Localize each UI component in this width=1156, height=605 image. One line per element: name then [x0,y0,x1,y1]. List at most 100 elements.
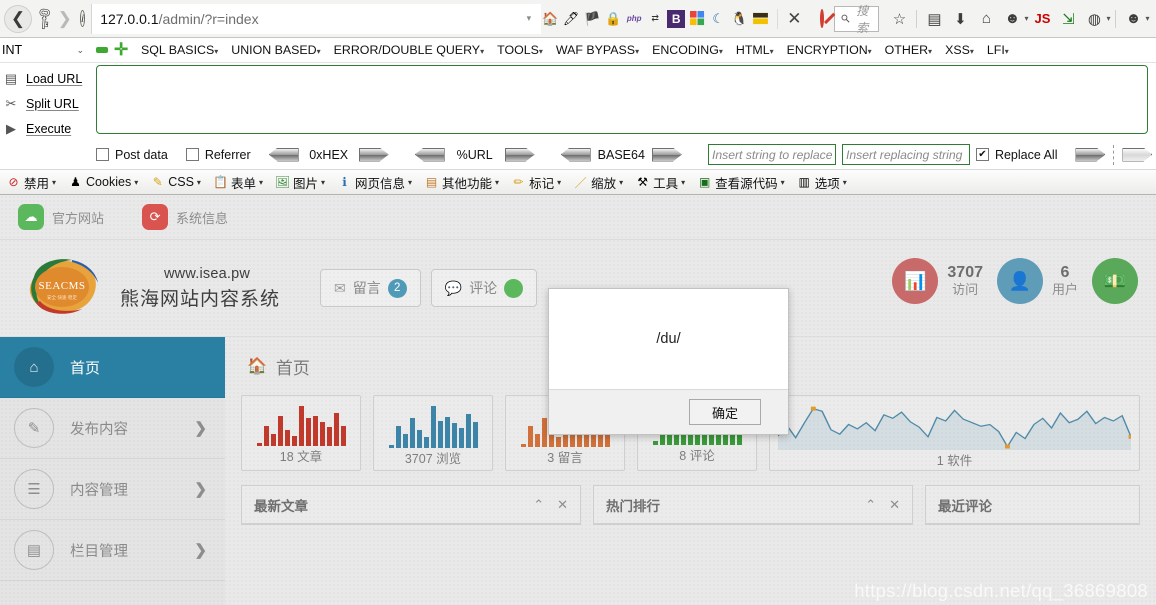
webdev-item-images[interactable]: 🖼 图片 ▾ [271,173,329,192]
ghostery-icon[interactable]: ☻ [1121,7,1145,31]
topbar-item-official-site[interactable]: ☁ 官方网站 [18,204,104,230]
devtools-icon[interactable]: ⧉ [1152,7,1156,31]
hackbar-menu-union-based[interactable]: UNION BASED▾ [231,43,320,57]
split-url-button[interactable]: ✂ Split URL [0,91,96,116]
pencil-icon[interactable]: 🖊 [562,10,580,28]
hex-decode-arrow[interactable] [268,147,299,162]
url-encode-arrow[interactable] [504,147,535,162]
sidebar-item-content-manage[interactable]: ☰ 内容管理 ❯ [0,459,225,520]
collapse-icon[interactable]: ⌃ [533,497,544,513]
proxy-switch-icon[interactable]: ⇲ [1056,7,1080,31]
bookmark-star-icon[interactable]: ☆ [887,7,911,31]
url-decode-arrow[interactable] [414,147,445,162]
base64-encode-arrow[interactable] [651,147,682,162]
home-button-icon[interactable]: ⌂ [974,7,998,31]
php-icon[interactable]: php [625,10,643,28]
hackbar-menu-waf-bypass[interactable]: WAF BYPASS▾ [556,43,639,57]
url-bar[interactable]: 127.0.0.1/admin/?r=index ▾ [91,3,542,34]
hackbar-menu-other[interactable]: OTHER▾ [885,43,932,57]
webdev-item-tools[interactable]: ⚒ 工具 ▾ [631,173,689,192]
close-icon[interactable]: ✕ [777,8,810,29]
collapse-icon[interactable]: ⌃ [865,497,876,513]
avatar-icon[interactable]: ☻ [1000,7,1024,31]
card-articles[interactable]: 18 文章 [241,395,361,471]
plus-icon[interactable]: ✛ [114,41,128,58]
load-url-button[interactable]: ▤ Load URL [0,66,96,91]
hackbar-menu-xss[interactable]: XSS▾ [945,43,974,57]
webdev-item-misc[interactable]: ▤ 其他功能 ▾ [420,173,503,192]
hackbar-menu-encryption[interactable]: ENCRYPTION▾ [787,43,872,57]
replace-apply-arrow[interactable] [1075,147,1106,162]
palette-icon[interactable]: ◍ [1082,7,1106,31]
webdev-item-cookies[interactable]: ♟ Cookies ▾ [64,175,142,190]
base64-decode-arrow[interactable] [560,147,591,162]
webdev-item-resize[interactable]: ／ 缩放 ▾ [569,173,627,192]
hackbar-menu-tools[interactable]: TOOLS▾ [497,43,543,57]
webdev-item-view-source[interactable]: ▣ 查看源代码 ▾ [693,173,789,192]
replace-with-input[interactable]: Insert replacing string [841,144,970,165]
message-button[interactable]: ✉ 留言 2 [320,269,421,307]
hackbar-url-textarea[interactable] [96,65,1148,134]
url-encode-label: %URL [456,147,493,162]
brand-logo[interactable]: SEACMS 安全·快速·稳定 www.isea.pw 熊海网站内容系统 [20,257,280,319]
chevron-down-icon[interactable]: ▾ [1106,14,1110,23]
post-data-checkbox[interactable]: Post data [96,148,168,162]
noscript-icon[interactable] [820,9,825,28]
close-icon[interactable]: ✕ [557,497,568,513]
card-software[interactable]: 1 软件 [769,395,1140,471]
hackbar-type-select[interactable]: INT ⌄ [0,40,88,60]
home-icon[interactable]: 🏠 [541,10,559,28]
webdev-item-page-info[interactable]: ℹ 网页信息 ▾ [333,173,416,192]
download-icon[interactable]: ⬇ [948,7,972,31]
bold-b-icon[interactable]: B [667,9,686,28]
sidebar-item-home[interactable]: ⌂ 首页 [0,337,225,398]
tux-icon[interactable]: 🐧 [730,10,748,28]
replace-all-checkbox[interactable]: ✔ Replace All [975,148,1057,162]
windows-icon[interactable] [688,10,706,28]
replace-extra-arrow[interactable] [1122,147,1153,162]
spark-bar [451,423,457,448]
chevron-down-icon[interactable]: ▾ [1145,14,1149,23]
webdev-item-outline[interactable]: ✏ 标记 ▾ [507,173,565,192]
confirm-button[interactable]: 确定 [689,399,761,425]
divider [916,9,918,28]
comment-button[interactable]: 💬 评论 [430,269,538,307]
moon-icon[interactable]: ☾ [709,10,727,28]
chevron-down-icon[interactable]: ▾ [1024,14,1028,23]
close-icon[interactable]: ✕ [889,497,900,513]
hackbar-menu-encoding[interactable]: ENCODING▾ [652,43,723,57]
webdev-item-disable[interactable]: ⊘ 禁用 ▾ [2,173,60,192]
replace-search-input[interactable]: Insert string to replace [707,144,836,165]
webdev-item-css[interactable]: ✎ CSS ▾ [146,175,205,190]
webdev-item-forms[interactable]: 📋 表单 ▾ [209,173,267,192]
sidebar-item-publish[interactable]: ✎ 发布内容 ❯ [0,398,225,459]
flag-icon[interactable]: 🏴 [583,10,601,28]
hex-encode-arrow[interactable] [358,147,389,162]
library-icon[interactable]: ▤ [922,7,946,31]
hackbar-menu-lfi[interactable]: LFI▾ [987,43,1009,57]
page-title: 首页 [275,358,310,378]
refresh-icon[interactable]: ⇄ [646,10,664,28]
panel-actions: ⌃ ✕ [533,497,568,513]
js-toggle-icon[interactable]: JS [1030,7,1054,31]
execute-button[interactable]: ▶ Execute [0,116,96,141]
site-info-icon[interactable]: i [79,10,86,27]
hackbar-menu-error-double-query[interactable]: ERROR/DOUBLE QUERY▾ [334,43,484,57]
home-icon: 🏠 [247,358,267,375]
spark-bar [687,434,693,445]
search-input[interactable]: 搜索 [834,4,880,35]
sidebar-item-label: 栏目管理 [70,543,128,560]
card-views[interactable]: 3707 浏览 [373,395,493,471]
back-button[interactable]: ❮ [4,4,32,33]
webdev-item-options[interactable]: ▥ 选项 ▾ [793,173,851,192]
referrer-checkbox[interactable]: Referrer [185,148,251,162]
hackbar-menu-html[interactable]: HTML▾ [736,43,774,57]
lock-icon[interactable]: 🔒 [604,10,622,28]
sidebar-item-column-manage[interactable]: ▤ 栏目管理 ❯ [0,520,225,581]
minus-icon[interactable] [96,47,108,53]
topbar-item-system-info[interactable]: ⟳ 系统信息 [142,204,228,230]
hackbar-menu-sql-basics[interactable]: SQL BASICS▾ [141,43,218,57]
chevron-down-icon: ▾ [196,177,201,187]
url-dropdown-icon[interactable]: ▾ [527,13,538,24]
bars-icon[interactable] [751,10,769,28]
